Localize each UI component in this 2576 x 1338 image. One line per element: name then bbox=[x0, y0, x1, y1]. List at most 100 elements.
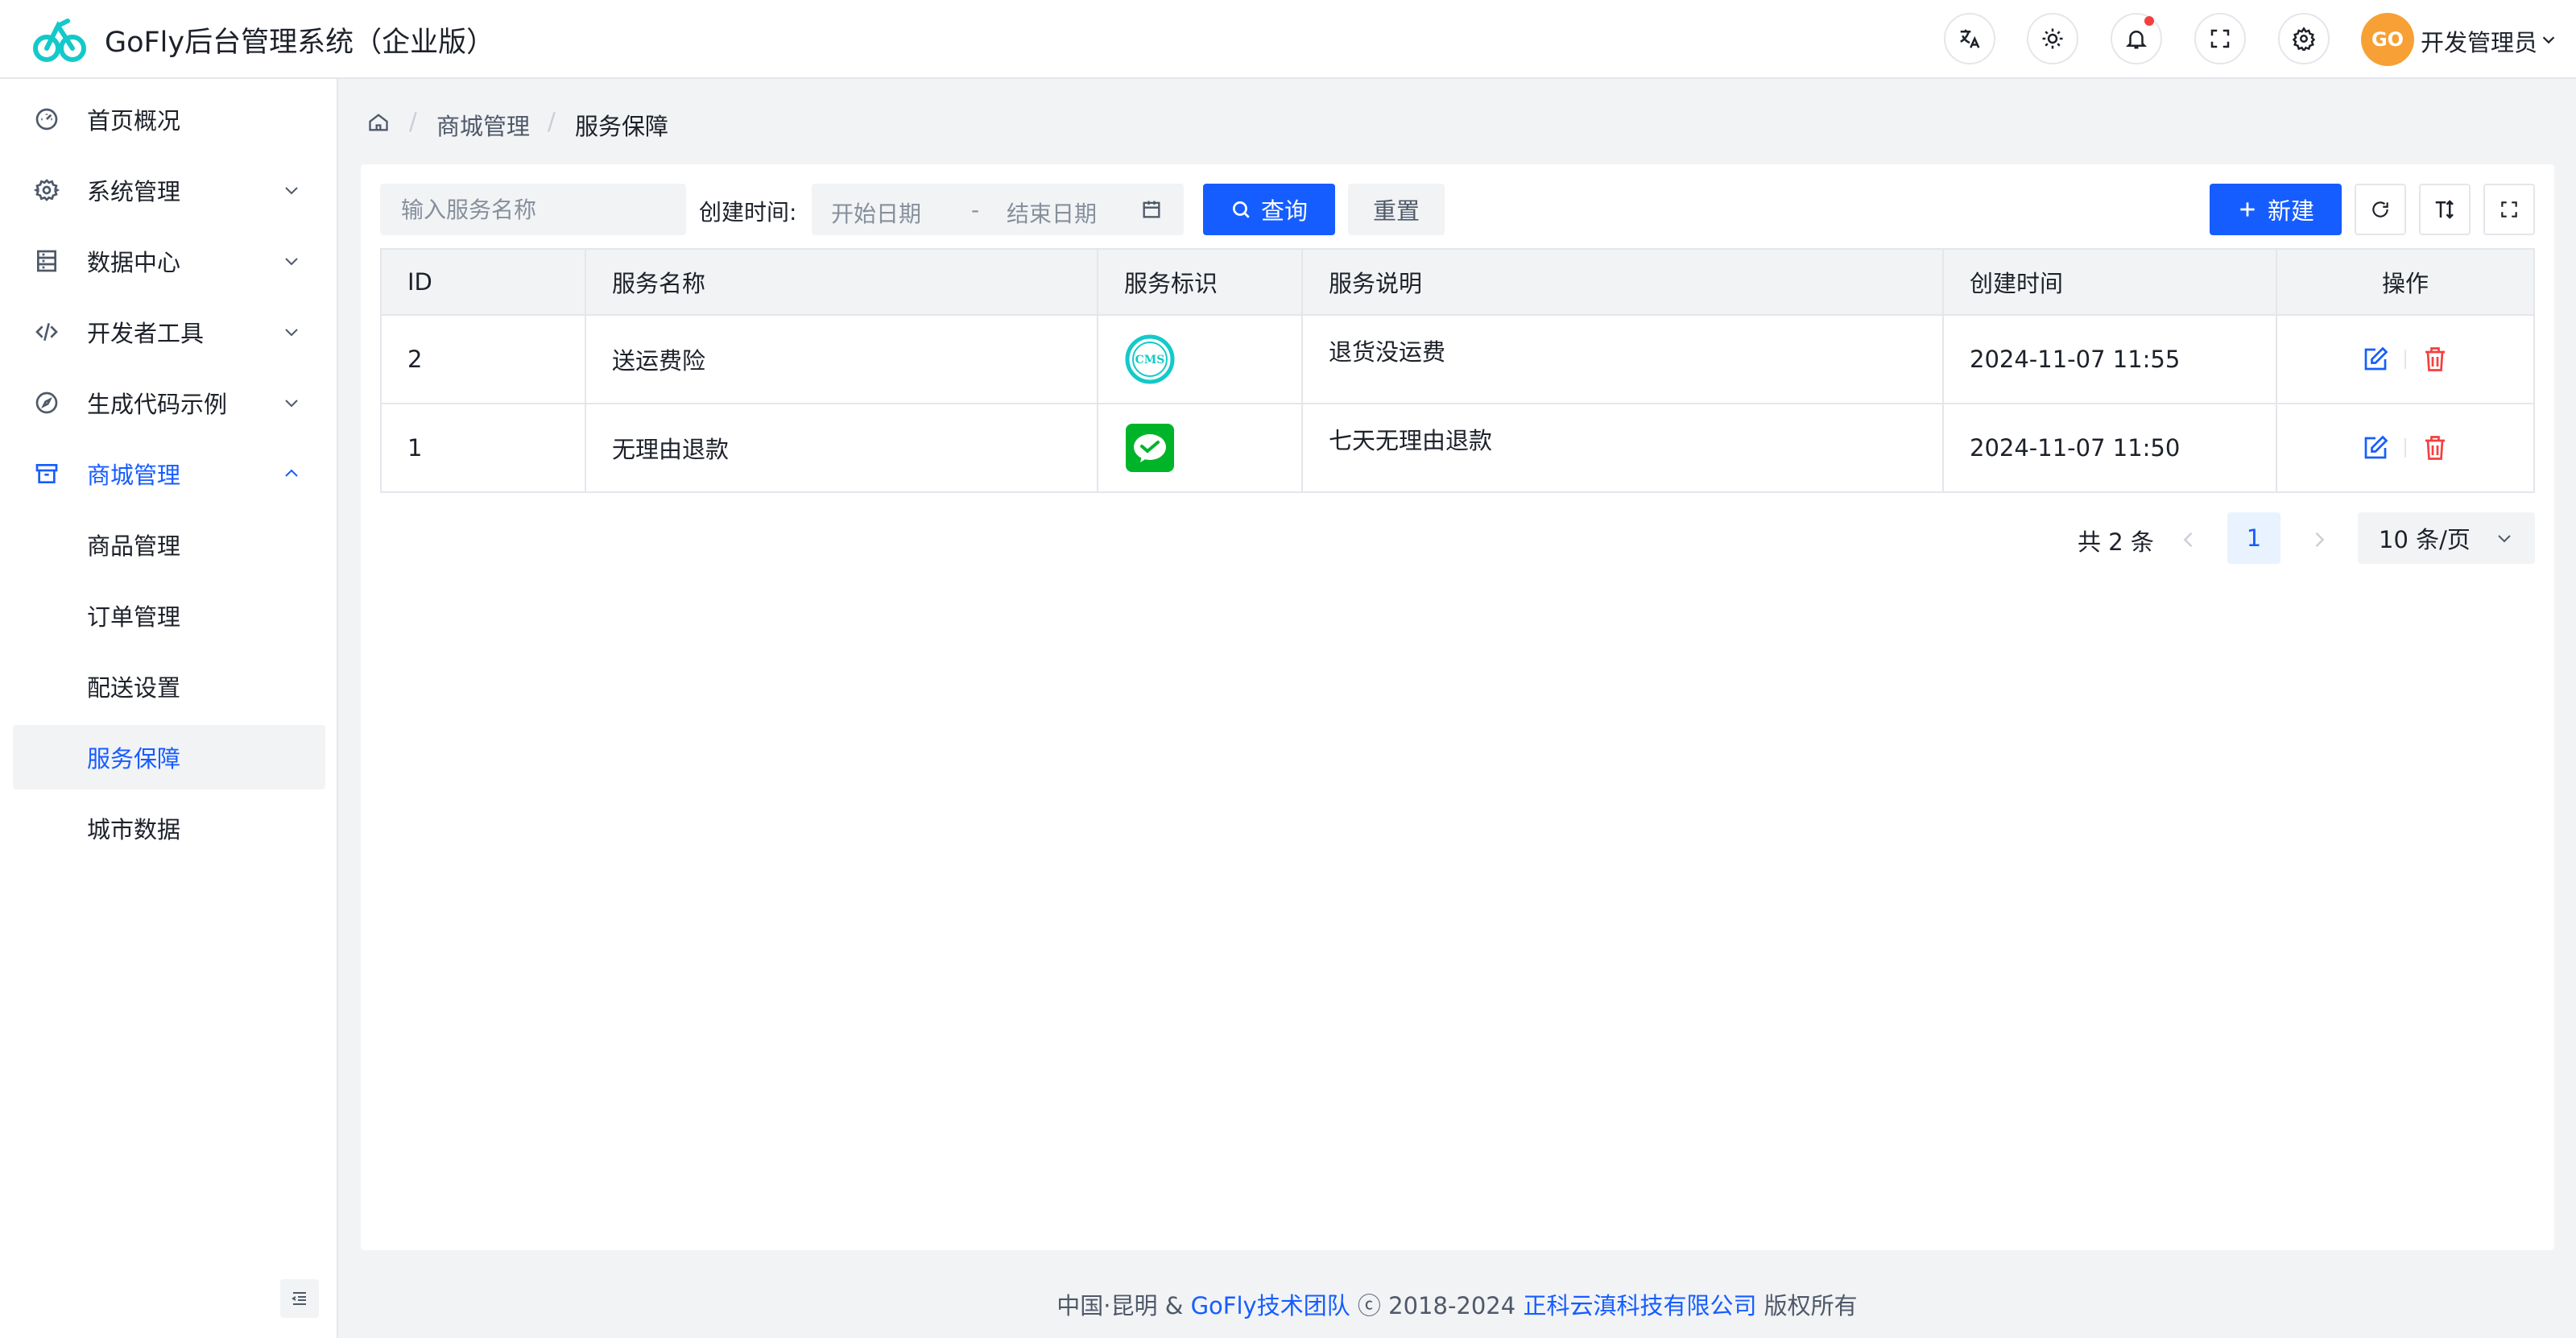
footer-copyright: ⓒ 2018-2024 bbox=[1357, 1292, 1516, 1319]
sidebar-item-label: 开发者工具 bbox=[87, 320, 205, 347]
bell-icon bbox=[2125, 31, 2148, 49]
delete-icon[interactable] bbox=[2421, 433, 2450, 462]
refresh-button[interactable] bbox=[2355, 184, 2406, 235]
sidebar-subitem-service[interactable]: 服务保障 bbox=[13, 725, 325, 789]
page-size-select[interactable]: 10 条/页 bbox=[2358, 512, 2535, 564]
theme-icon bbox=[2042, 28, 2063, 49]
table-row: 1 无理由退款 七天无理由退款 2024-11-07 11:50 bbox=[380, 403, 2535, 493]
calendar-icon bbox=[1143, 201, 1160, 218]
sidebar-item-data-center[interactable]: 数据中心 bbox=[13, 229, 325, 293]
prev-page-icon[interactable] bbox=[2177, 528, 2200, 551]
next-page-icon[interactable] bbox=[2308, 528, 2330, 551]
footer-team-link[interactable]: GoFly技术团队 bbox=[1191, 1292, 1350, 1319]
start-date-placeholder[interactable]: 开始日期 bbox=[831, 197, 921, 229]
user-name[interactable]: 开发管理员 bbox=[2421, 24, 2537, 58]
table-fullscreen-button[interactable] bbox=[2483, 184, 2535, 235]
cell-actions bbox=[2276, 403, 2535, 493]
sidebar-subitem-city[interactable]: 城市数据 bbox=[13, 796, 325, 860]
cell-icon bbox=[1097, 403, 1303, 493]
sidebar-item-label: 系统管理 bbox=[87, 178, 181, 205]
cell-desc: 退货没运费 bbox=[1301, 314, 1944, 404]
translate-icon bbox=[1960, 29, 1980, 48]
end-date-placeholder[interactable]: 结束日期 bbox=[1007, 197, 1097, 229]
sidebar-item-label: 服务保障 bbox=[87, 745, 181, 773]
column-header-created: 创建时间 bbox=[1942, 248, 2277, 316]
breadcrumb-item-mall[interactable]: 商城管理 bbox=[436, 108, 530, 142]
chevron-down-icon bbox=[285, 258, 298, 266]
date-range-picker[interactable]: 开始日期 - 结束日期 bbox=[812, 184, 1184, 235]
sidebar-item-label: 配送设置 bbox=[87, 674, 181, 702]
edit-icon[interactable] bbox=[2361, 345, 2390, 374]
language-button[interactable] bbox=[1944, 13, 1995, 64]
table-row: 2 送运费险 CMS 退货没运费 2024-11-07 11:55 bbox=[380, 314, 2535, 404]
footer: 中国·昆明 & GoFly技术团队 ⓒ 2018-2024 正科云滇科技有限公司… bbox=[338, 1287, 2576, 1321]
query-button[interactable]: 查询 bbox=[1203, 184, 1335, 235]
sidebar-item-label: 商品管理 bbox=[87, 532, 181, 560]
gear-icon bbox=[34, 179, 60, 201]
date-separator: - bbox=[971, 197, 980, 223]
app-title: GoFly后台管理系统（企业版） bbox=[105, 27, 495, 59]
menu-fold-icon bbox=[292, 1292, 306, 1305]
sidebar-item-label: 生成代码示例 bbox=[87, 391, 228, 418]
sidebar-item-dashboard[interactable]: 首页概况 bbox=[13, 87, 325, 151]
sidebar-item-label: 订单管理 bbox=[87, 603, 181, 631]
sidebar-item-label: 数据中心 bbox=[87, 249, 181, 276]
top-header: GoFly后台管理系统（企业版） GO 开发管理员 bbox=[0, 0, 2576, 79]
reset-button[interactable]: 重置 bbox=[1348, 184, 1445, 235]
fullscreen-icon bbox=[2501, 201, 2517, 217]
store-icon bbox=[35, 464, 58, 483]
column-header-desc: 服务说明 bbox=[1301, 248, 1944, 316]
plus-icon bbox=[2240, 202, 2255, 217]
cell-icon: CMS bbox=[1097, 314, 1303, 404]
sidebar-item-label: 城市数据 bbox=[87, 816, 181, 843]
chevron-up-icon bbox=[285, 469, 298, 477]
breadcrumb-separator: / bbox=[548, 108, 556, 135]
breadcrumb-item-current: 服务保障 bbox=[575, 113, 669, 140]
table-header-row: ID 服务名称 服务标识 服务说明 创建时间 操作 bbox=[380, 248, 2535, 316]
page-1-button[interactable]: 1 bbox=[2227, 512, 2280, 564]
home-icon[interactable] bbox=[367, 111, 390, 134]
chevron-down-icon bbox=[285, 400, 298, 408]
sidebar-subitem-delivery[interactable]: 配送设置 bbox=[13, 654, 325, 719]
sidebar-subitem-orders[interactable]: 订单管理 bbox=[13, 583, 325, 648]
compass-icon bbox=[35, 391, 58, 414]
column-header-name: 服务名称 bbox=[585, 248, 1098, 316]
query-button-label: 查询 bbox=[1260, 197, 1308, 225]
density-button[interactable] bbox=[2419, 184, 2471, 235]
sidebar-item-system[interactable]: 系统管理 bbox=[13, 158, 325, 222]
chevron-down-icon[interactable] bbox=[2540, 31, 2557, 48]
cell-id: 2 bbox=[380, 314, 586, 404]
collapse-sidebar-button[interactable] bbox=[280, 1279, 319, 1318]
settings-button[interactable] bbox=[2278, 13, 2330, 64]
cell-id: 1 bbox=[380, 403, 586, 493]
fullscreen-button[interactable] bbox=[2194, 13, 2246, 64]
search-icon bbox=[1232, 201, 1250, 218]
footer-company-link[interactable]: 正科云滇科技有限公司 bbox=[1523, 1292, 1756, 1319]
chevron-down-icon bbox=[285, 329, 298, 337]
edit-icon[interactable] bbox=[2361, 433, 2390, 462]
sidebar-item-dev-tools[interactable]: 开发者工具 bbox=[13, 300, 325, 364]
action-divider bbox=[2404, 350, 2406, 369]
search-input[interactable] bbox=[380, 184, 686, 235]
cms-icon: CMS bbox=[1125, 334, 1175, 384]
cell-created: 2024-11-07 11:50 bbox=[1942, 403, 2277, 493]
sidebar-item-codegen[interactable]: 生成代码示例 bbox=[13, 371, 325, 435]
cell-actions bbox=[2276, 314, 2535, 404]
avatar[interactable]: GO bbox=[2361, 13, 2414, 66]
gofly-logo-icon bbox=[33, 19, 86, 62]
line-height-icon bbox=[2435, 200, 2454, 219]
notification-button[interactable] bbox=[2111, 13, 2162, 64]
sidebar-item-label: 首页概况 bbox=[87, 107, 181, 135]
sidebar-item-mall[interactable]: 商城管理 bbox=[13, 441, 325, 506]
delete-icon[interactable] bbox=[2421, 345, 2450, 374]
refresh-icon bbox=[2372, 201, 2388, 217]
sidebar-subitem-products[interactable]: 商品管理 bbox=[13, 512, 325, 577]
breadcrumb-separator: / bbox=[409, 108, 417, 135]
new-button[interactable]: 新建 bbox=[2210, 184, 2342, 235]
sidebar-item-label: 商城管理 bbox=[87, 462, 181, 489]
cell-created: 2024-11-07 11:55 bbox=[1942, 314, 2277, 404]
service-table: ID 服务名称 服务标识 服务说明 创建时间 操作 2 送运费险 CMS 退货没… bbox=[380, 248, 2535, 493]
theme-button[interactable] bbox=[2027, 13, 2078, 64]
action-divider bbox=[2404, 438, 2406, 458]
cell-name: 送运费险 bbox=[585, 314, 1098, 404]
